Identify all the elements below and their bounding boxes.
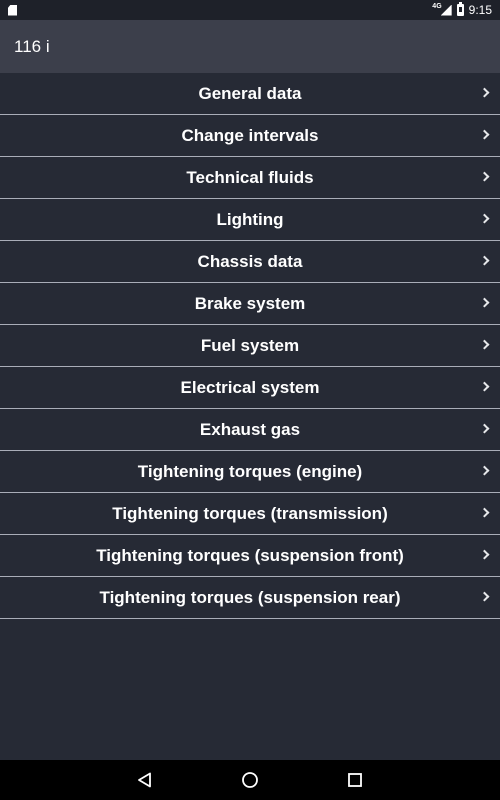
- page-title: 116 i: [14, 36, 50, 56]
- battery-icon: [456, 2, 464, 16]
- menu-item-torques-suspension-front[interactable]: Tightening torques (suspension front): [0, 535, 500, 577]
- menu-item-label: Tightening torques (engine): [137, 461, 363, 481]
- recents-icon: [348, 773, 362, 787]
- home-icon: [242, 772, 258, 788]
- chevron-right-icon: [479, 171, 490, 182]
- status-bar: 4G 9:15: [0, 0, 500, 20]
- menu-item-fuel-system[interactable]: Fuel system: [0, 325, 500, 367]
- clock: 9:15: [468, 3, 492, 17]
- chevron-right-icon: [479, 507, 490, 518]
- menu-item-technical-fluids[interactable]: Technical fluids: [0, 157, 500, 199]
- chevron-right-icon: [479, 465, 490, 476]
- navigation-bar: [0, 760, 500, 800]
- sd-card-icon: [8, 4, 17, 16]
- menu-item-general-data[interactable]: General data: [0, 73, 500, 115]
- back-icon: [138, 772, 151, 788]
- menu-item-lighting[interactable]: Lighting: [0, 199, 500, 241]
- menu-item-torques-engine[interactable]: Tightening torques (engine): [0, 451, 500, 493]
- signal-icon: [440, 4, 452, 16]
- menu-item-label: Change intervals: [181, 125, 319, 145]
- menu-item-change-intervals[interactable]: Change intervals: [0, 115, 500, 157]
- menu-item-label: Chassis data: [197, 251, 303, 271]
- menu-item-label: Electrical system: [180, 377, 320, 397]
- app-bar: 116 i: [0, 20, 500, 73]
- menu-item-label: Fuel system: [200, 335, 300, 355]
- menu-item-label: Lighting: [216, 209, 284, 229]
- nav-back-button[interactable]: [130, 765, 160, 795]
- chevron-right-icon: [479, 213, 490, 224]
- menu-item-exhaust-gas[interactable]: Exhaust gas: [0, 409, 500, 451]
- chevron-right-icon: [479, 339, 490, 350]
- chevron-right-icon: [479, 255, 490, 266]
- menu-item-label: General data: [198, 83, 302, 103]
- chevron-right-icon: [479, 423, 490, 434]
- chevron-right-icon: [479, 591, 490, 602]
- chevron-right-icon: [479, 129, 490, 140]
- menu-item-label: Tightening torques (transmission): [112, 503, 388, 523]
- menu-item-torques-suspension-rear[interactable]: Tightening torques (suspension rear): [0, 577, 500, 619]
- menu-item-label: Tightening torques (suspension rear): [99, 587, 401, 607]
- status-left: [8, 4, 17, 16]
- nav-home-button[interactable]: [235, 765, 265, 795]
- menu-item-label: Technical fluids: [186, 167, 314, 187]
- chevron-right-icon: [479, 87, 490, 98]
- menu-item-label: Brake system: [194, 293, 306, 313]
- nav-recents-button[interactable]: [340, 765, 370, 795]
- menu-item-electrical-system[interactable]: Electrical system: [0, 367, 500, 409]
- chevron-right-icon: [479, 549, 490, 560]
- network-type: 4G: [432, 2, 442, 10]
- menu-list: General data Change intervals Technical …: [0, 73, 500, 619]
- menu-item-chassis-data[interactable]: Chassis data: [0, 241, 500, 283]
- menu-item-brake-system[interactable]: Brake system: [0, 283, 500, 325]
- status-right: 4G 9:15: [432, 2, 492, 17]
- chevron-right-icon: [479, 297, 490, 308]
- menu-item-torques-transmission[interactable]: Tightening torques (transmission): [0, 493, 500, 535]
- menu-item-label: Exhaust gas: [199, 419, 301, 439]
- chevron-right-icon: [479, 381, 490, 392]
- menu-item-label: Tightening torques (suspension front): [96, 545, 404, 565]
